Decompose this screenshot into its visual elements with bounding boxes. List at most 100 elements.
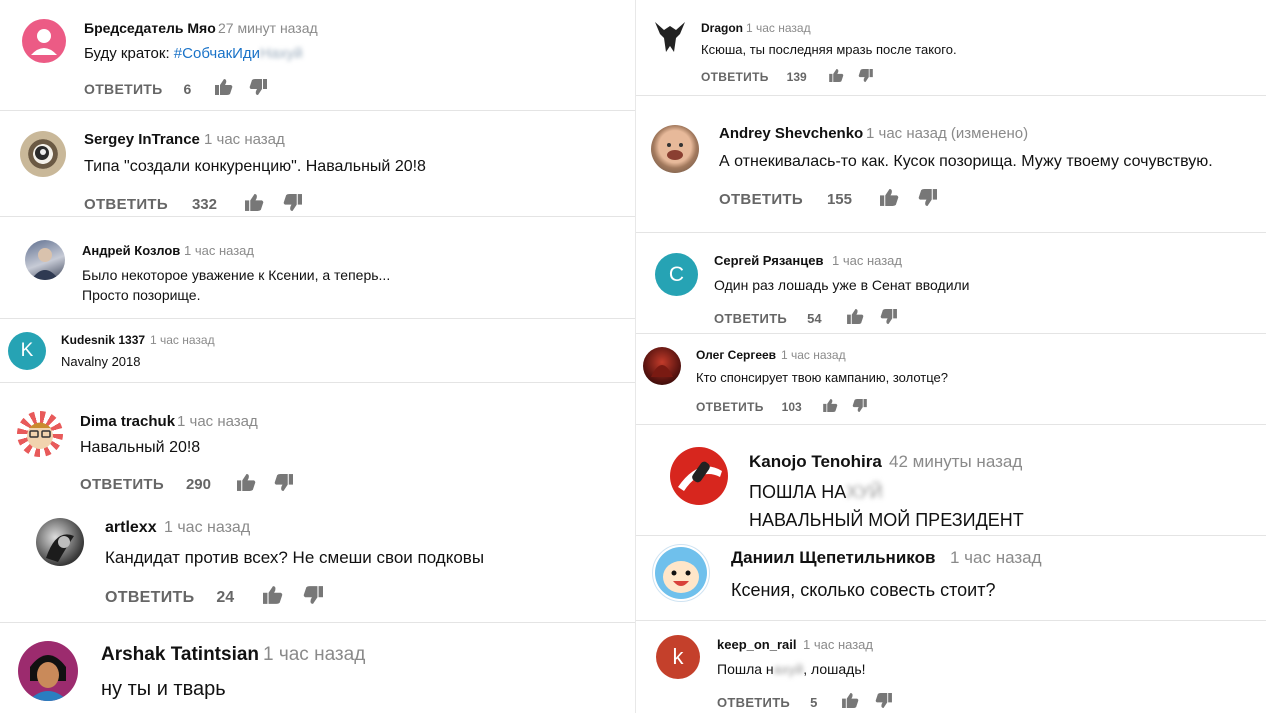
comment-author[interactable]: Сергей Рязанцев <box>714 253 823 268</box>
thumbs-down-icon[interactable] <box>303 586 324 609</box>
comment-actions: ОТВЕТИТЬ 6 <box>84 79 268 98</box>
photo-avatar-icon <box>31 248 59 280</box>
comment-time[interactable]: 1 час назад <box>950 548 1042 568</box>
reply-button[interactable]: ОТВЕТИТЬ <box>701 70 769 84</box>
thumbs-up-icon[interactable] <box>880 189 899 210</box>
like-count: 332 <box>191 196 217 213</box>
comment-author[interactable]: keep_on_rail <box>717 637 797 652</box>
comment-author[interactable]: artlexx <box>105 519 157 537</box>
avatar[interactable] <box>652 18 688 54</box>
reply-button[interactable]: ОТВЕТИТЬ <box>84 196 168 213</box>
comment-text: Буду краток: #СобчакИдиНахуй <box>84 45 303 62</box>
comment-author[interactable]: Kanojo Tenohira <box>749 452 882 472</box>
comment-author[interactable]: Бредседатель Мяо <box>84 20 216 36</box>
comment-actions: ОТВЕТИТЬ 5 <box>717 693 893 711</box>
avatar[interactable] <box>670 447 728 505</box>
comment-actions: ОТВЕТИТЬ 103 <box>696 399 867 415</box>
avatar[interactable] <box>652 544 710 602</box>
reply-button[interactable]: ОТВЕТИТЬ <box>80 476 164 493</box>
photo-avatar-icon <box>46 534 74 562</box>
thumbs-up-icon[interactable] <box>846 309 864 327</box>
cartoon-face-icon <box>27 422 53 449</box>
comment-author[interactable]: Kudesnik 1337 <box>61 333 145 347</box>
thumbs-up-icon[interactable] <box>842 693 859 711</box>
avatar[interactable]: С <box>655 253 698 296</box>
thumbs-down-icon[interactable] <box>274 474 293 495</box>
divider <box>636 232 1266 233</box>
thumbs-up-icon[interactable] <box>263 586 283 609</box>
reply-button[interactable]: ОТВЕТИТЬ <box>717 695 790 710</box>
redacted-text: ХУЙ <box>846 482 883 502</box>
avatar[interactable] <box>651 125 699 173</box>
avatar[interactable]: k <box>656 635 700 679</box>
comment-text: Типа "создали конкуренцию". Навальный 20… <box>84 158 426 175</box>
comment-text-line: Просто позорище. <box>82 287 201 303</box>
thumbs-down-icon[interactable] <box>875 693 893 711</box>
comment-time[interactable]: 1 час назад <box>177 413 258 430</box>
thumbs-down-icon[interactable] <box>249 79 268 98</box>
avatar[interactable] <box>22 19 66 63</box>
avatar[interactable] <box>17 411 63 457</box>
thumbs-up-icon[interactable] <box>215 79 233 98</box>
avatar[interactable] <box>643 347 681 385</box>
thumbs-up-icon[interactable] <box>822 399 838 415</box>
thumbs-up-icon[interactable] <box>237 474 256 495</box>
thumbs-down-icon[interactable] <box>880 309 897 327</box>
avatar-initial: С <box>668 262 685 286</box>
comment-text-part: Пошла н <box>717 661 774 677</box>
comment-time[interactable]: 1 час назад <box>746 21 811 35</box>
comment-actions: ОТВЕТИТЬ 24 <box>105 586 324 609</box>
comment-author[interactable]: Олег Сергеев <box>696 348 776 362</box>
comment-text: Ксения, сколько совесть стоит? <box>731 580 996 600</box>
comment-time[interactable]: 27 минут назад <box>218 20 318 36</box>
comment-time[interactable]: 42 минуты назад <box>889 452 1022 472</box>
avatar[interactable] <box>18 641 78 701</box>
comment-time[interactable]: 1 час назад <box>781 348 846 362</box>
avatar[interactable] <box>25 240 65 280</box>
avatar[interactable] <box>36 518 84 566</box>
comment-author[interactable]: Dragon <box>701 21 743 35</box>
comment-time[interactable]: 1 час назад <box>803 637 873 652</box>
comment-time[interactable]: 1 час назад <box>184 243 254 258</box>
comment-author[interactable]: Андрей Козлов <box>82 243 180 258</box>
divider <box>0 110 635 111</box>
comment-actions: ОТВЕТИТЬ 290 <box>80 474 293 495</box>
comment-time[interactable]: 1 час назад (изменено) <box>866 125 1028 142</box>
comment-author[interactable]: Sergey InTrance <box>84 131 200 148</box>
reply-button[interactable]: ОТВЕТИТЬ <box>84 81 163 97</box>
cartoon-face-icon <box>28 655 68 701</box>
reply-button[interactable]: ОТВЕТИТЬ <box>714 311 787 326</box>
comment-time[interactable]: 1 час назад <box>204 131 285 148</box>
divider <box>0 216 635 217</box>
comment-time[interactable]: 1 час назад <box>150 333 215 347</box>
thumbs-down-icon[interactable] <box>858 69 873 85</box>
thumbs-down-icon[interactable] <box>283 194 302 215</box>
avatar[interactable] <box>20 131 66 177</box>
comment-text-line: НАВАЛЬНЫЙ МОЙ ПРЕЗИДЕНТ <box>749 510 1024 530</box>
comment-time[interactable]: 1 час назад <box>263 644 365 666</box>
thumbs-up-icon[interactable] <box>828 69 844 85</box>
like-count: 6 <box>183 80 192 97</box>
reply-button[interactable]: ОТВЕТИТЬ <box>719 191 803 208</box>
comment-author[interactable]: Даниил Щепетильников <box>731 548 935 568</box>
thumbs-down-icon[interactable] <box>918 189 937 210</box>
comment-actions: ОТВЕТИТЬ 54 <box>714 309 897 327</box>
avatar[interactable]: K <box>8 332 46 370</box>
reply-button[interactable]: ОТВЕТИТЬ <box>105 589 194 607</box>
comment-author[interactable]: Dima trachuk <box>80 413 175 430</box>
hashtag-link[interactable]: #СобчакИди <box>174 45 260 62</box>
dragon-icon <box>655 22 685 52</box>
comment-author[interactable]: Arshak Tatintsian <box>101 644 259 666</box>
thumbs-up-icon[interactable] <box>245 194 264 215</box>
thumbs-down-icon[interactable] <box>852 399 867 415</box>
photo-avatar-icon <box>667 143 683 160</box>
comment-text: Кандидат против всех? Не смеши свои подк… <box>105 548 485 567</box>
divider <box>636 620 1266 621</box>
cartoon-face-icon <box>655 547 707 599</box>
comment-time[interactable]: 1 час назад <box>164 519 250 537</box>
comment-time[interactable]: 1 час назад <box>832 253 902 268</box>
comment-author[interactable]: Andrey Shevchenko <box>719 125 863 142</box>
reply-button[interactable]: ОТВЕТИТЬ <box>696 400 764 414</box>
avatar-initial: K <box>20 340 34 361</box>
divider <box>0 382 635 383</box>
